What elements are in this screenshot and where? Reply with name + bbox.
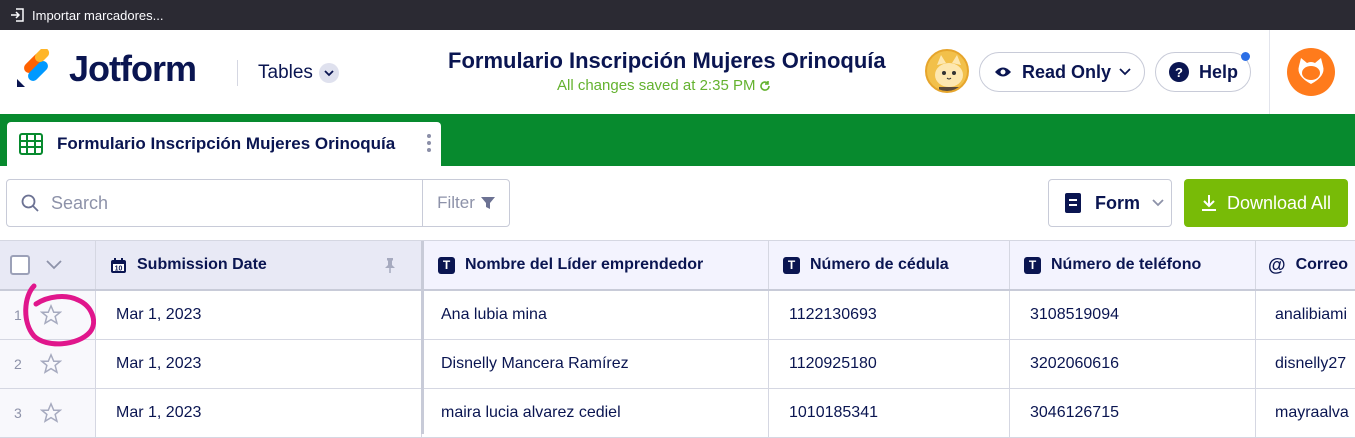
search-icon (21, 194, 39, 212)
form-view-dropdown[interactable]: Form (1048, 179, 1172, 227)
calendar-icon: 10 (111, 257, 126, 273)
question-icon: ? (1169, 62, 1189, 82)
column-label: Número de cédula (810, 256, 949, 273)
cell-correo[interactable]: mayraalva (1256, 389, 1355, 437)
help-button[interactable]: ? Help (1155, 52, 1251, 92)
chevron-down-icon (318, 63, 339, 83)
cell-cedula[interactable]: 1010185341 (769, 389, 1010, 437)
logo-text[interactable]: Jotform (69, 48, 197, 90)
read-only-label: Read Only (1022, 61, 1112, 82)
table-header: 10 Submission Date T Nombre del Líder em… (0, 241, 1355, 291)
submissions-table: 10 Submission Date T Nombre del Líder em… (0, 240, 1355, 438)
form-document-icon (1065, 193, 1081, 213)
filter-button[interactable]: Filter (422, 179, 510, 227)
select-all-checkbox[interactable] (10, 255, 30, 275)
form-title: Formulario Inscripción Mujeres Orinoquía (448, 48, 886, 73)
download-all-label: Download All (1226, 192, 1332, 213)
row-selector[interactable]: 1 (0, 291, 96, 339)
column-label: Submission Date (137, 256, 267, 273)
table-row[interactable]: 3 Mar 1, 2023 maira lucia alvarez cediel… (0, 389, 1355, 438)
cell-submission-date[interactable]: Mar 1, 2023 (96, 389, 422, 437)
help-label: Help (1199, 61, 1239, 82)
notification-dot (1241, 52, 1250, 61)
app-header: Jotform Tables Formulario Inscripción Mu… (0, 30, 1355, 114)
form-label: Form (1095, 192, 1140, 213)
cell-nombre[interactable]: Ana lubia mina (424, 291, 769, 339)
table-row[interactable]: 1 Mar 1, 2023 Ana lubia mina 1122130693 … (0, 291, 1355, 340)
column-header-nombre[interactable]: T Nombre del Líder emprendedor (424, 241, 769, 289)
header-divider (237, 60, 238, 86)
cell-submission-date[interactable]: Mar 1, 2023 (96, 291, 422, 339)
download-icon (1201, 195, 1216, 211)
import-icon (11, 8, 24, 22)
column-header-submission-date[interactable]: 10 Submission Date (96, 241, 422, 289)
chevron-down-icon[interactable] (46, 260, 62, 270)
save-status-text: All changes saved at 2:35 PM (557, 77, 756, 94)
sheet-tab-strip: Formulario Inscripción Mujeres Orinoquía (0, 114, 1355, 166)
cell-correo[interactable]: disnelly27 (1256, 340, 1355, 388)
table-grid-icon (19, 133, 43, 155)
chevron-down-icon (1119, 68, 1131, 76)
column-header-correo[interactable]: @ Correo (1256, 241, 1355, 289)
sheet-tab[interactable]: Formulario Inscripción Mujeres Orinoquía (7, 122, 441, 166)
column-label: Nombre del Líder emprendedor (465, 256, 704, 273)
save-status: All changes saved at 2:35 PM (557, 77, 771, 94)
user-avatar[interactable] (1287, 48, 1335, 96)
table-row[interactable]: 2 Mar 1, 2023 Disnelly Mancera Ramírez 1… (0, 340, 1355, 389)
tables-label: Tables (258, 62, 313, 83)
cell-cedula[interactable]: 1122130693 (769, 291, 1010, 339)
cell-telefono[interactable]: 3108519094 (1010, 291, 1256, 339)
row-number: 1 (14, 307, 22, 323)
tables-switcher[interactable]: Tables (258, 62, 339, 84)
svg-text:10: 10 (115, 265, 123, 272)
refresh-icon (760, 80, 771, 91)
row-selector[interactable]: 3 (0, 389, 96, 437)
search-field[interactable] (6, 179, 423, 227)
text-type-icon: T (438, 256, 455, 274)
cell-telefono[interactable]: 3046126715 (1010, 389, 1256, 437)
cat-avatar-icon (935, 55, 963, 91)
cell-telefono[interactable]: 3202060616 (1010, 340, 1256, 388)
cell-submission-date[interactable]: Mar 1, 2023 (96, 340, 422, 388)
import-bookmarks-link[interactable]: Importar marcadores... (32, 8, 164, 23)
text-type-icon: T (1024, 256, 1041, 274)
search-input[interactable] (51, 192, 391, 214)
star-icon[interactable] (39, 353, 62, 375)
column-label: Correo (1295, 256, 1349, 273)
star-icon[interactable] (39, 402, 62, 424)
star-icon[interactable] (39, 304, 62, 326)
more-options-icon[interactable] (427, 134, 431, 152)
collaborator-avatar[interactable] (925, 49, 969, 93)
eye-icon (995, 67, 1011, 77)
row-number: 3 (14, 405, 22, 421)
frozen-column-divider[interactable] (421, 241, 424, 434)
filter-funnel-icon (480, 197, 495, 209)
select-all-column (0, 241, 96, 289)
cell-nombre[interactable]: maira lucia alvarez cediel (424, 389, 769, 437)
column-label: Número de teléfono (1051, 256, 1202, 273)
pin-icon[interactable] (383, 257, 397, 273)
at-icon: @ (1268, 254, 1286, 275)
row-selector[interactable]: 2 (0, 340, 96, 388)
column-header-telefono[interactable]: T Número de teléfono (1010, 241, 1256, 289)
filter-label: Filter (437, 193, 475, 212)
cell-correo[interactable]: analibiami (1256, 291, 1355, 339)
chevron-down-icon (1152, 199, 1164, 207)
cell-cedula[interactable]: 1120925180 (769, 340, 1010, 388)
column-header-cedula[interactable]: T Número de cédula (769, 241, 1010, 289)
header-divider (1269, 30, 1270, 114)
read-only-dropdown[interactable]: Read Only (979, 52, 1145, 92)
sheet-tab-label: Formulario Inscripción Mujeres Orinoquía (57, 134, 396, 153)
bookmark-bar: Importar marcadores... (0, 0, 1355, 30)
download-all-button[interactable]: Download All (1184, 179, 1348, 227)
row-number: 2 (14, 356, 22, 372)
text-type-icon: T (783, 256, 800, 274)
jotform-logo-icon[interactable] (15, 49, 55, 89)
cell-nombre[interactable]: Disnelly Mancera Ramírez (424, 340, 769, 388)
user-avatar-icon (1298, 58, 1324, 84)
